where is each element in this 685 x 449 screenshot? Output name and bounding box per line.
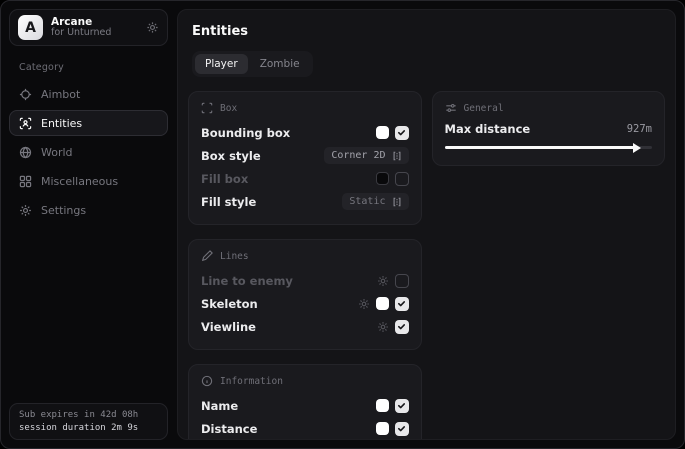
left-column: Box Bounding box Box style <box>188 91 422 440</box>
app-title-block: Arcane for Unturned <box>51 16 138 39</box>
sidebar-item-label: Miscellaneous <box>41 175 118 188</box>
sidebar-spacer <box>9 223 168 403</box>
config-gear-icon[interactable] <box>358 298 370 310</box>
color-swatch[interactable] <box>376 422 389 435</box>
sidebar-nav: Aimbot Entities <box>9 81 168 223</box>
scan-entities-icon <box>19 117 32 130</box>
setting-label: Distance <box>201 422 376 436</box>
setting-label: Fill style <box>201 195 342 209</box>
setting-row-distance: Distance <box>201 418 409 439</box>
color-swatch[interactable] <box>376 126 389 139</box>
max-distance-value: 927m <box>627 123 652 135</box>
sub-expiry-text: Sub expires in 42d 08h <box>19 410 158 420</box>
sidebar-item-label: Aimbot <box>41 88 80 101</box>
sidebar-item-aimbot[interactable]: Aimbot <box>9 81 168 107</box>
color-swatch[interactable] <box>376 297 389 310</box>
right-column: General Max distance 927m <box>432 91 666 440</box>
entity-tabs: Player Zombie <box>192 51 313 77</box>
app-window: A Arcane for Unturned Category <box>0 0 685 449</box>
dropdown-value: Static <box>349 196 385 207</box>
box-section-card: Box Bounding box Box style <box>188 91 422 225</box>
page-title: Entities <box>192 24 665 39</box>
setting-label: Fill box <box>201 172 376 186</box>
app-logo-card: A Arcane for Unturned <box>9 9 168 46</box>
sidebar-item-miscellaneous[interactable]: Miscellaneous <box>9 168 168 194</box>
name-checkbox[interactable] <box>395 399 409 413</box>
sidebar-item-label: World <box>41 146 73 159</box>
sidebar-item-entities[interactable]: Entities <box>9 110 168 136</box>
lines-section-header: Lines <box>201 250 409 262</box>
viewline-checkbox[interactable] <box>395 320 409 334</box>
main-panel: Entities Player Zombie Box <box>177 9 676 440</box>
globe-icon <box>19 146 32 159</box>
tab-player[interactable]: Player <box>195 54 248 74</box>
box-style-dropdown[interactable]: Corner 2D <box>324 147 408 164</box>
lines-section-card: Lines Line to enemy <box>188 239 422 350</box>
tab-zombie[interactable]: Zombie <box>250 54 310 74</box>
setting-row-viewline: Viewline <box>201 316 409 337</box>
section-title: Box <box>220 103 237 114</box>
sidebar-item-world[interactable]: World <box>9 139 168 165</box>
app-logo: A <box>18 15 43 40</box>
setting-label: Box style <box>201 149 324 163</box>
grid-icon <box>19 175 32 188</box>
pencil-line-icon <box>201 250 213 262</box>
dropdown-value: Corner 2D <box>331 150 385 161</box>
sliders-icon <box>445 102 457 114</box>
general-section-header: General <box>445 102 653 114</box>
section-title: Information <box>220 376 283 387</box>
setting-row-fill-style: Fill style Static <box>201 191 409 212</box>
fill-style-dropdown[interactable]: Static <box>342 193 408 210</box>
skeleton-checkbox[interactable] <box>395 297 409 311</box>
setting-row-box-style: Box style Corner 2D <box>201 145 409 166</box>
setting-row-name: Name <box>201 395 409 416</box>
crosshair-icon <box>19 88 32 101</box>
setting-label: Name <box>201 399 376 413</box>
line-to-enemy-checkbox[interactable] <box>395 274 409 288</box>
sidebar-item-label: Settings <box>41 204 86 217</box>
setting-label: Skeleton <box>201 297 358 311</box>
slider-fill <box>445 146 636 149</box>
select-icon <box>392 151 402 161</box>
fill-box-checkbox[interactable] <box>395 172 409 186</box>
setting-row-bounding-box: Bounding box <box>201 122 409 143</box>
session-duration-text: session duration 2m 9s <box>19 423 158 433</box>
setting-row-skeleton: Skeleton <box>201 293 409 314</box>
sidebar: A Arcane for Unturned Category <box>1 1 176 448</box>
max-distance-row: Max distance 927m <box>445 122 653 136</box>
color-swatch[interactable] <box>376 399 389 412</box>
slider-thumb[interactable] <box>633 143 641 153</box>
information-section-card: Information Name Distance <box>188 364 422 440</box>
setting-label: Max distance <box>445 122 627 136</box>
app-subtitle: for Unturned <box>51 28 138 39</box>
general-section-card: General Max distance 927m <box>432 91 666 166</box>
color-swatch[interactable] <box>376 172 389 185</box>
setting-label: Viewline <box>201 320 377 334</box>
scan-box-icon <box>201 102 213 114</box>
sidebar-item-label: Entities <box>41 117 82 130</box>
section-title: General <box>464 103 504 114</box>
settings-gear-icon[interactable] <box>146 21 159 34</box>
sidebar-item-settings[interactable]: Settings <box>9 197 168 223</box>
subscription-card: Sub expires in 42d 08h session duration … <box>9 403 168 440</box>
config-gear-icon[interactable] <box>377 321 389 333</box>
setting-row-fill-box: Fill box <box>201 168 409 189</box>
info-icon <box>201 375 213 387</box>
gear-icon <box>19 204 32 217</box>
select-icon <box>392 197 402 207</box>
config-gear-icon[interactable] <box>377 275 389 287</box>
setting-label: Bounding box <box>201 126 376 140</box>
box-section-header: Box <box>201 102 409 114</box>
category-label: Category <box>19 62 168 73</box>
bounding-box-checkbox[interactable] <box>395 126 409 140</box>
max-distance-slider[interactable] <box>445 141 653 153</box>
distance-checkbox[interactable] <box>395 422 409 436</box>
content-columns: Box Bounding box Box style <box>188 91 665 440</box>
setting-row-line-to-enemy: Line to enemy <box>201 270 409 291</box>
section-title: Lines <box>220 251 249 262</box>
information-section-header: Information <box>201 375 409 387</box>
setting-label: Line to enemy <box>201 274 377 288</box>
